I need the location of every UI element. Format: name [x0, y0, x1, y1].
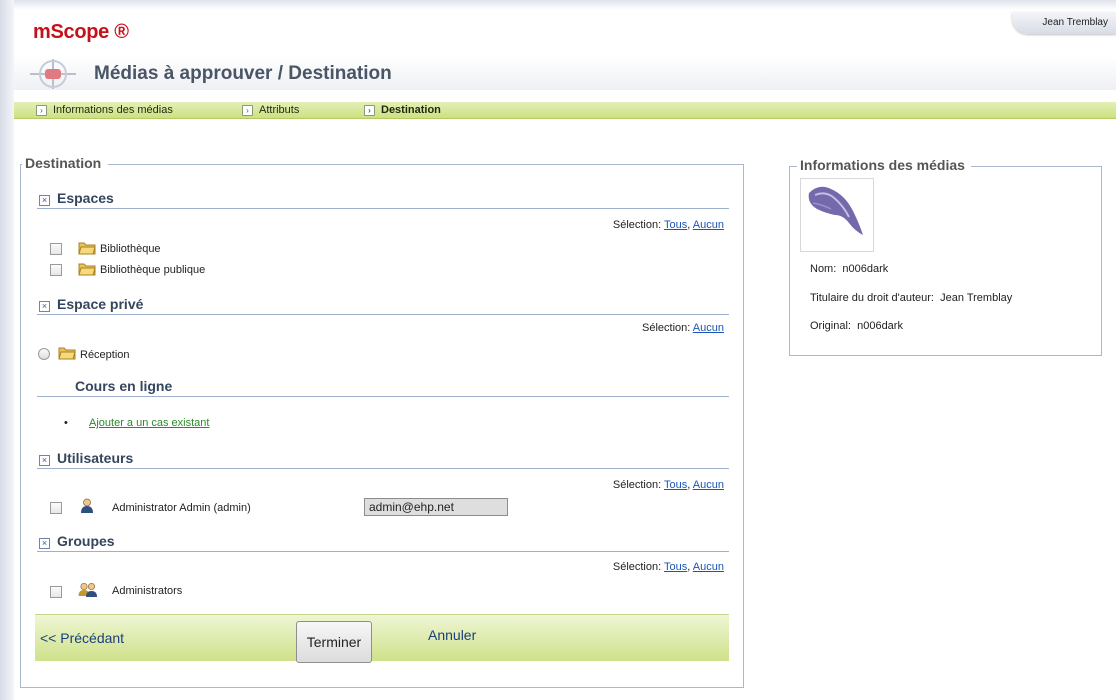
info-name-row: Nom: n006dark — [810, 263, 888, 275]
section-title: Espaces — [57, 190, 114, 206]
user-email-field[interactable] — [364, 498, 508, 516]
tab-attributes[interactable]: › Attributs — [242, 104, 299, 116]
checkbox-bibliotheque[interactable] — [50, 243, 62, 255]
group-name: Administrators — [112, 585, 183, 597]
previous-link[interactable]: << Précédant — [40, 630, 124, 646]
user-name: Jean Tremblay — [1042, 17, 1108, 28]
selection-espaces: Sélection: Tous, Aucun — [612, 219, 724, 231]
top-strip — [14, 0, 1116, 10]
collapse-x-icon[interactable]: × — [39, 301, 50, 312]
reception-label: Réception — [80, 349, 130, 361]
section-cours-header: Cours en ligne — [37, 378, 729, 397]
media-info-legend: Informations des médias — [797, 157, 971, 173]
finish-button[interactable]: Terminer — [296, 621, 372, 663]
checkbox-group-administrators[interactable] — [50, 586, 62, 598]
info-copyright-value: Jean Tremblay — [940, 292, 1013, 304]
section-title: Cours en ligne — [75, 378, 173, 394]
section-title: Utilisateurs — [57, 450, 134, 466]
selection-label: Sélection: — [612, 219, 662, 231]
add-existing-case-link[interactable]: Ajouter a un cas existant — [89, 417, 209, 429]
tabs-bar: › Informations des médias › Attributs › … — [14, 102, 1116, 119]
arrow-right-icon: › — [36, 104, 47, 116]
espace-label: Bibliothèque publique — [100, 264, 206, 276]
cancel-link[interactable]: Annuler — [428, 627, 476, 643]
destination-legend: Destination — [22, 155, 109, 171]
folder-icon — [58, 347, 76, 360]
select-none-link[interactable]: Aucun — [693, 219, 724, 231]
folder-icon — [78, 263, 96, 276]
section-title: Espace privé — [57, 296, 144, 312]
selection-label: Sélection: — [612, 479, 662, 491]
info-original-label: Original: — [810, 320, 851, 332]
collapse-x-icon[interactable]: × — [39, 538, 50, 549]
select-all-link[interactable]: Tous — [664, 219, 687, 231]
footer-bar — [35, 614, 729, 661]
selection-label: Sélection: — [612, 561, 662, 573]
section-groupes-header: × Groupes — [37, 533, 729, 552]
info-name-label: Nom: — [810, 263, 837, 275]
selection-label: Sélection: — [642, 322, 691, 334]
info-original-value: n006dark — [857, 320, 903, 332]
section-prive-header: × Espace privé — [37, 296, 729, 315]
group-icon — [78, 582, 97, 597]
section-utilisateurs-header: × Utilisateurs — [37, 450, 729, 469]
arrow-right-icon: › — [242, 104, 253, 116]
mscope-logo-icon — [30, 59, 76, 89]
select-none-link[interactable]: Aucun — [693, 322, 724, 334]
selection-groupes: Sélection: Tous, Aucun — [612, 561, 724, 573]
user-icon — [81, 498, 93, 513]
select-all-link[interactable]: Tous — [664, 561, 687, 573]
user-tab[interactable]: Jean Tremblay — [1012, 12, 1116, 34]
select-none-link[interactable]: Aucun — [693, 561, 724, 573]
media-thumbnail-image — [808, 186, 863, 235]
info-original-row: Original: n006dark — [810, 320, 903, 332]
media-thumbnail[interactable] — [800, 178, 874, 252]
tab-destination[interactable]: › Destination — [364, 104, 441, 116]
info-copyright-label: Titulaire du droit d'auteur: — [810, 292, 934, 304]
folder-icon — [78, 242, 96, 255]
selection-utilisateurs: Sélection: Tous, Aucun — [612, 479, 724, 491]
select-all-link[interactable]: Tous — [664, 479, 687, 491]
radio-reception[interactable] — [38, 348, 50, 360]
section-espaces-header: × Espaces — [37, 190, 729, 209]
collapse-x-icon[interactable]: × — [39, 195, 50, 206]
tab-label: Attributs — [259, 104, 300, 116]
left-gradient-bar — [0, 0, 14, 700]
page-title: Médias à approuver / Destination — [94, 63, 392, 84]
info-copyright-row: Titulaire du droit d'auteur: Jean Trembl… — [810, 292, 1012, 304]
user-name: Administrator Admin (admin) — [112, 502, 251, 514]
checkbox-bibliotheque-publique[interactable] — [50, 264, 62, 276]
tab-label: Informations des médias — [53, 104, 173, 116]
tab-media-info[interactable]: › Informations des médias — [36, 104, 173, 116]
arrow-right-icon: › — [364, 104, 375, 116]
bullet: • — [64, 417, 68, 429]
brand-logo-text: mScope ® — [33, 21, 129, 43]
info-name-value: n006dark — [842, 263, 889, 275]
selection-prive: Sélection: Aucun — [642, 322, 724, 334]
collapse-x-icon[interactable]: × — [39, 455, 50, 466]
select-none-link[interactable]: Aucun — [693, 479, 724, 491]
section-title: Groupes — [57, 533, 115, 549]
checkbox-user-admin[interactable] — [50, 502, 62, 514]
espace-label: Bibliothèque — [100, 243, 161, 255]
tab-label: Destination — [381, 104, 441, 116]
